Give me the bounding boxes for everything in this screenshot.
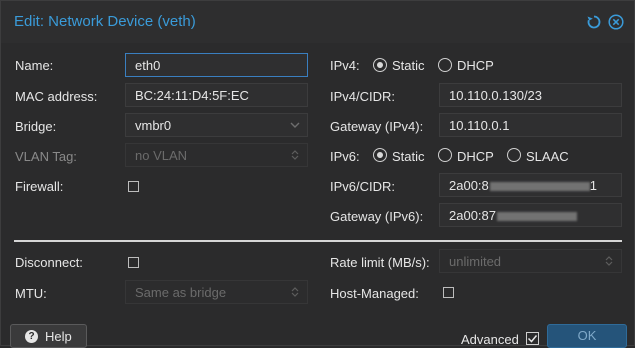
- ipv6-cidr-suffix: 1: [589, 178, 597, 193]
- vlan-tag-input[interactable]: no VLAN: [125, 143, 308, 167]
- chevron-down-icon[interactable]: [289, 119, 301, 131]
- rate-limit-input[interactable]: unlimited: [439, 249, 622, 273]
- question-icon: ?: [25, 330, 38, 343]
- vlan-tag-label: VLAN Tag:: [15, 149, 77, 164]
- redacted-block: [497, 212, 577, 222]
- ipv6-dhcp-label: DHCP: [457, 149, 494, 164]
- ipv6-cidr-prefix: 2a00:8: [449, 178, 489, 193]
- bridge-label: Bridge:: [15, 119, 57, 134]
- dialog-title: Edit: Network Device (veth): [14, 13, 196, 30]
- vlan-tag-placeholder: no VLAN: [135, 148, 188, 163]
- name-label: Name:: [15, 58, 54, 73]
- ipv6-dhcp-radio[interactable]: [438, 148, 452, 162]
- gateway-ipv6-prefix: 2a00:87: [449, 208, 496, 223]
- ipv6-slaac-label: SLAAC: [526, 149, 569, 164]
- network-device-dialog: Edit: Network Device (veth) Name: eth0 M…: [0, 0, 635, 348]
- ipv4-cidr-value: 10.110.0.130/23: [449, 88, 543, 103]
- mac-address-value: BC:24:11:D4:5F:EC: [135, 88, 249, 103]
- ipv6-static-label: Static: [392, 149, 425, 164]
- bridge-value: vmbr0: [135, 118, 172, 133]
- name-input[interactable]: eth0: [125, 53, 308, 77]
- ipv6-slaac-radio[interactable]: [507, 148, 521, 162]
- gateway-ipv4-value: 10.110.0.1: [449, 118, 510, 133]
- gateway-ipv6-input[interactable]: 2a00:87: [439, 203, 622, 227]
- mtu-label: MTU:: [15, 286, 47, 301]
- mac-address-label: MAC address:: [15, 89, 98, 104]
- redacted-block: [489, 182, 590, 192]
- firewall-checkbox[interactable]: [128, 181, 139, 192]
- dialog-titlebar: Edit: Network Device (veth): [1, 1, 634, 43]
- ipv6-label: IPv6:: [330, 149, 360, 164]
- ipv4-cidr-input[interactable]: 10.110.0.130/23: [439, 83, 622, 107]
- ipv6-static-radio[interactable]: [373, 148, 387, 162]
- close-icon[interactable]: [608, 14, 624, 30]
- host-managed-label: Host-Managed:: [330, 286, 419, 301]
- rate-limit-label: Rate limit (MB/s):: [330, 255, 430, 270]
- spinner-icon[interactable]: [603, 255, 615, 267]
- mac-address-input[interactable]: BC:24:11:D4:5F:EC: [125, 83, 308, 107]
- section-divider: [14, 240, 622, 242]
- help-button-label: Help: [45, 329, 72, 344]
- ipv4-static-label: Static: [392, 58, 425, 73]
- ok-button[interactable]: OK: [547, 324, 627, 348]
- name-value: eth0: [135, 58, 161, 73]
- ipv6-cidr-input[interactable]: 2a00:8 1: [439, 173, 622, 197]
- ipv4-dhcp-radio[interactable]: [438, 58, 452, 72]
- reset-icon[interactable]: [586, 14, 602, 30]
- ipv4-dhcp-label: DHCP: [457, 58, 494, 73]
- ipv4-label: IPv4:: [330, 58, 360, 73]
- spinner-icon[interactable]: [289, 286, 301, 298]
- firewall-label: Firewall:: [15, 179, 64, 194]
- spinner-icon[interactable]: [289, 149, 301, 161]
- help-button[interactable]: ? Help: [10, 324, 87, 348]
- disconnect-label: Disconnect:: [15, 255, 83, 270]
- disconnect-checkbox[interactable]: [128, 257, 139, 268]
- gateway-ipv4-input[interactable]: 10.110.0.1: [439, 113, 622, 137]
- ipv6-cidr-label: IPv6/CIDR:: [330, 179, 396, 194]
- ipv4-cidr-label: IPv4/CIDR:: [330, 89, 396, 104]
- gateway-ipv6-label: Gateway (IPv6):: [330, 209, 424, 224]
- advanced-checkbox[interactable]: [526, 332, 539, 345]
- mtu-placeholder: Same as bridge: [135, 285, 227, 300]
- host-managed-checkbox[interactable]: [443, 287, 454, 298]
- gateway-ipv4-label: Gateway (IPv4):: [330, 119, 424, 134]
- rate-limit-placeholder: unlimited: [449, 254, 502, 269]
- ipv4-static-radio[interactable]: [373, 58, 387, 72]
- bridge-select[interactable]: vmbr0: [125, 113, 308, 137]
- mtu-input[interactable]: Same as bridge: [125, 280, 308, 304]
